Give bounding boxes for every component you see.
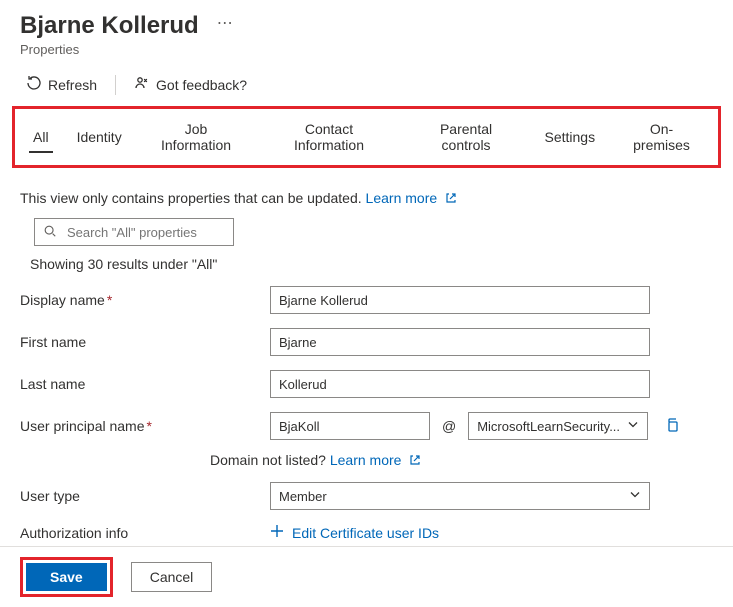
row-first-name: First name [20,328,713,356]
label-auth-info: Authorization info [20,525,270,541]
label-display-name: Display name* [20,292,270,308]
edit-certificate-label: Edit Certificate user IDs [292,525,439,541]
search-icon [43,224,57,241]
refresh-label: Refresh [48,77,97,93]
refresh-icon [26,75,42,94]
domain-learn-more-link[interactable]: Learn more [330,452,421,468]
feedback-button[interactable]: Got feedback? [128,71,253,98]
info-note-text: This view only contains properties that … [20,190,362,206]
tab-contact-information[interactable]: Contact Information [256,111,401,163]
save-button[interactable]: Save [26,563,107,591]
refresh-button[interactable]: Refresh [20,71,103,98]
chevron-down-icon [629,489,641,504]
search-input[interactable] [65,224,225,241]
tab-on-premises[interactable]: On-premises [609,111,714,163]
tab-identity[interactable]: Identity [63,119,136,155]
select-upn-domain-value: MicrosoftLearnSecurity... [477,419,620,434]
label-upn: User principal name* [20,418,270,434]
tabs-highlight: All Identity Job Information Contact Inf… [12,106,721,168]
page-title: Bjarne Kollerud [20,12,199,40]
learn-more-link[interactable]: Learn more [366,190,457,206]
plus-icon [270,524,284,541]
save-highlight: Save [20,557,113,597]
row-auth-info: Authorization info Edit Certificate user… [20,524,713,541]
at-symbol: @ [442,418,456,434]
learn-more-label: Learn more [366,190,438,206]
required-marker: * [107,292,112,308]
copy-upn-button[interactable] [660,413,684,440]
chevron-down-icon [627,419,639,434]
external-link-icon [409,453,421,465]
row-domain-note: Domain not listed? Learn more [20,452,713,468]
feedback-label: Got feedback? [156,77,247,93]
input-first-name[interactable] [270,328,650,356]
feedback-icon [134,75,150,94]
select-user-type-value: Member [279,489,327,504]
row-upn: User principal name* @ MicrosoftLearnSec… [20,412,713,440]
required-marker: * [147,418,152,434]
select-upn-domain[interactable]: MicrosoftLearnSecurity... [468,412,648,440]
input-last-name[interactable] [270,370,650,398]
cancel-button[interactable]: Cancel [131,562,213,592]
input-upn-local[interactable] [270,412,430,440]
edit-certificate-link[interactable]: Edit Certificate user IDs [270,524,439,541]
copy-icon [664,421,680,436]
row-display-name: Display name* [20,286,713,314]
tab-parental-controls[interactable]: Parental controls [402,111,531,163]
results-count: Showing 30 results under "All" [30,256,713,272]
label-user-type: User type [20,488,270,504]
info-note: This view only contains properties that … [20,190,713,206]
row-user-type: User type Member [20,482,713,510]
input-display-name[interactable] [270,286,650,314]
external-link-icon [445,191,457,203]
tabs-container: All Identity Job Information Contact Inf… [19,111,714,163]
label-first-name: First name [20,334,270,350]
tab-settings[interactable]: Settings [530,119,609,155]
select-user-type[interactable]: Member [270,482,650,510]
domain-not-listed-text: Domain not listed? [210,452,326,468]
more-button[interactable]: ⋯ [211,12,241,36]
footer-bar: Save Cancel [0,546,733,607]
tab-job-information[interactable]: Job Information [136,111,257,163]
command-separator [115,75,116,95]
row-last-name: Last name [20,370,713,398]
tab-all[interactable]: All [19,119,63,155]
properties-form: Display name* First name Last name User … [20,286,713,541]
command-bar: Refresh Got feedback? [20,67,713,106]
domain-learn-more-label: Learn more [330,452,402,468]
search-input-wrapper[interactable] [34,218,234,246]
page-subtitle: Properties [20,42,713,57]
label-last-name: Last name [20,376,270,392]
